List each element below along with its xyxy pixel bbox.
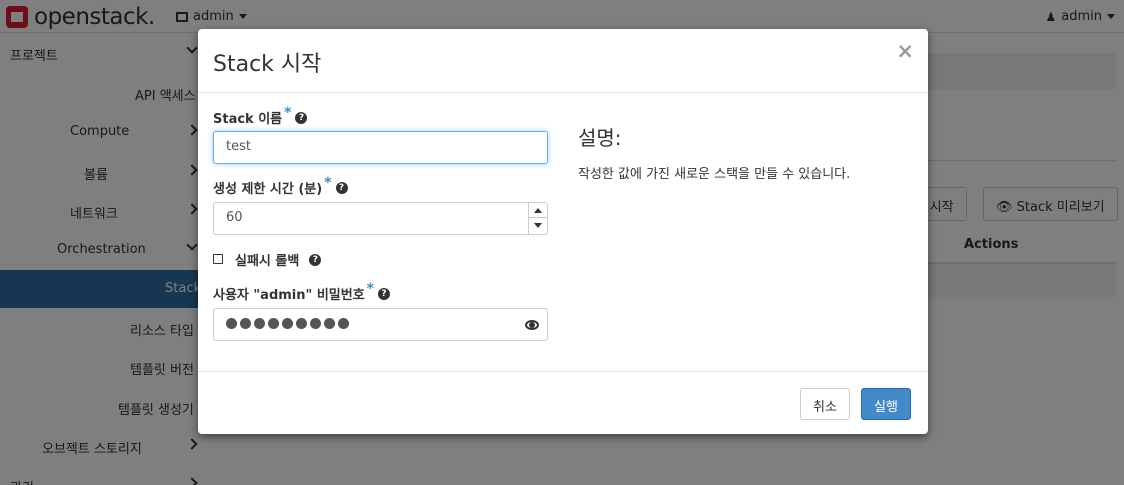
password-dot [296,318,307,329]
help-icon[interactable]: ? [335,181,348,194]
rollback-label-row: 실패시 롤백 ? [235,250,322,269]
help-icon[interactable]: ? [295,111,308,124]
modal-footer: 취소 실행 [198,371,928,434]
description-column: 설명: 작성한 값에 가진 새로운 스택을 만들 수 있습니다. [578,122,913,182]
password-label-row: 사용자 "admin" 비밀번호 * ? [213,280,390,303]
cancel-button[interactable]: 취소 [800,388,850,420]
password-dot [310,318,321,329]
help-icon[interactable]: ? [377,287,390,300]
timeout-label-row: 생성 제한 시간 (분) * ? [213,174,348,197]
required-asterisk: * [366,280,374,297]
stack-name-value: test [226,139,251,154]
rollback-label: 실패시 롤백 [235,254,300,269]
number-spinner [528,203,547,234]
help-icon[interactable]: ? [309,253,322,266]
spinner-up-icon[interactable] [529,203,547,218]
required-asterisk: * [324,174,332,191]
password-dot [226,318,237,329]
password-dot [254,318,265,329]
password-dot [338,318,349,329]
rollback-checkbox[interactable] [213,254,223,264]
stack-name-input[interactable]: test [213,131,548,164]
password-dot [282,318,293,329]
close-icon[interactable]: × [896,41,914,62]
password-masked-value [226,318,349,329]
timeout-input[interactable]: 60 [213,202,548,235]
stack-name-label-row: Stack 이름 * ? [213,104,308,127]
password-dot [240,318,251,329]
stack-name-label: Stack 이름 [213,112,283,127]
launch-stack-modal: Stack 시작 × Stack 이름 * ? test 생성 제한 시간 (분… [198,29,928,434]
required-asterisk: * [284,104,292,121]
password-input[interactable] [213,308,548,341]
description-title: 설명: [578,126,622,150]
password-dot [268,318,279,329]
timeout-value: 60 [226,210,243,225]
description-text: 작성한 값에 가진 새로운 스택을 만들 수 있습니다. [578,167,851,182]
password-dot [324,318,335,329]
timeout-label: 생성 제한 시간 (분) [213,182,323,197]
eye-icon[interactable] [525,320,539,330]
password-label: 사용자 "admin" 비밀번호 [213,288,365,303]
modal-title: Stack 시작 [213,52,322,77]
modal-header: Stack 시작 × [198,29,928,93]
spinner-down-icon[interactable] [529,218,547,233]
submit-button[interactable]: 실행 [861,388,911,420]
